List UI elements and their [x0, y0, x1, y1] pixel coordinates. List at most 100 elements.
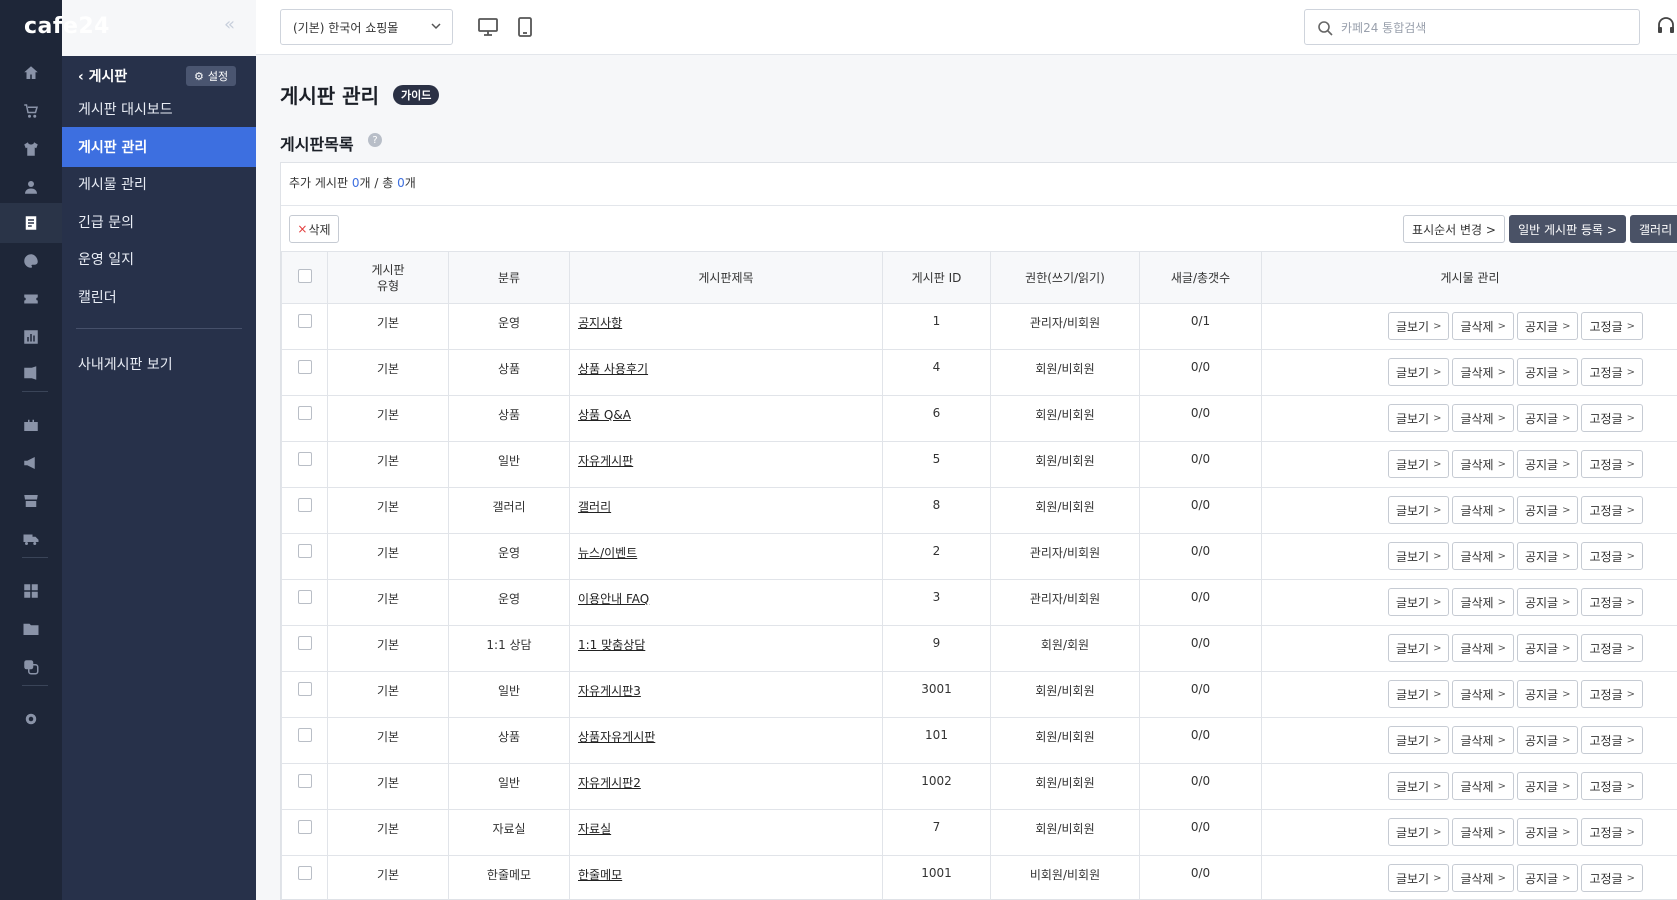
board-title-link[interactable]: 상품 Q&A — [578, 408, 631, 422]
pinned-post-button[interactable]: 고정글 > — [1581, 404, 1643, 432]
board-title-link[interactable]: 갤러리 — [578, 500, 611, 514]
truck-icon[interactable] — [0, 519, 62, 559]
notice-post-button[interactable]: 공지글 > — [1516, 864, 1579, 892]
row-checkbox[interactable] — [297, 360, 312, 374]
headset-icon[interactable] — [1656, 16, 1676, 36]
row-checkbox[interactable] — [297, 406, 312, 420]
delete-button[interactable]: × 삭제 — [289, 215, 339, 243]
ticket-icon[interactable] — [0, 279, 62, 319]
row-checkbox[interactable] — [297, 820, 312, 834]
subnav-item-calendar[interactable]: 캘린더 — [62, 277, 256, 317]
guide-badge[interactable]: 가이드 — [393, 85, 440, 105]
delete-posts-button[interactable]: 글삭제 > — [1452, 404, 1514, 432]
pinned-post-button[interactable]: 고정글 > — [1581, 496, 1643, 524]
shirt-icon[interactable] — [0, 129, 62, 169]
row-checkbox[interactable] — [297, 498, 312, 512]
delete-posts-button[interactable]: 글삭제 > — [1452, 358, 1514, 386]
row-checkbox[interactable] — [297, 590, 312, 604]
subnav-item-board-manage[interactable]: 게시판 관리 — [62, 127, 256, 167]
select-all-cell[interactable] — [281, 251, 328, 304]
copy-icon[interactable] — [0, 647, 62, 687]
cafe24-logo[interactable]: cafe24 — [24, 14, 110, 39]
delete-posts-button[interactable]: 글삭제 > — [1452, 726, 1514, 754]
person-icon[interactable] — [0, 167, 62, 207]
mobile-icon[interactable] — [514, 16, 536, 38]
notice-post-button[interactable]: 공지글 > — [1516, 450, 1579, 478]
row-checkbox[interactable] — [297, 544, 312, 558]
select-all-checkbox[interactable] — [297, 268, 312, 283]
help-icon[interactable]: ? — [368, 133, 382, 147]
subnav-item-post-manage[interactable]: 게시물 관리 — [62, 164, 256, 204]
notice-post-button[interactable]: 공지글 > — [1516, 312, 1579, 340]
palette-icon[interactable] — [0, 241, 62, 281]
view-posts-button[interactable]: 글보기 > — [1387, 450, 1450, 478]
pinned-post-button[interactable]: 고정글 > — [1581, 864, 1643, 892]
settings-button[interactable]: ⚙ 설정 — [186, 66, 237, 86]
delete-posts-button[interactable]: 글삭제 > — [1452, 818, 1514, 846]
row-checkbox[interactable] — [297, 636, 312, 650]
search-input[interactable]: 카페24 통합검색 — [1304, 9, 1640, 45]
notice-post-button[interactable]: 공지글 > — [1516, 404, 1579, 432]
subnav-back-link[interactable]: ‹ 게시판 — [78, 66, 127, 86]
cart-icon[interactable] — [0, 91, 62, 131]
apps-icon[interactable] — [0, 571, 62, 611]
view-posts-button[interactable]: 글보기 > — [1387, 726, 1450, 754]
notice-post-button[interactable]: 공지글 > — [1516, 772, 1579, 800]
view-posts-button[interactable]: 글보기 > — [1387, 496, 1450, 524]
notice-post-button[interactable]: 공지글 > — [1516, 634, 1579, 662]
pinned-post-button[interactable]: 고정글 > — [1581, 542, 1643, 570]
notice-post-button[interactable]: 공지글 > — [1516, 496, 1579, 524]
view-posts-button[interactable]: 글보기 > — [1387, 404, 1450, 432]
notice-post-button[interactable]: 공지글 > — [1516, 726, 1579, 754]
view-posts-button[interactable]: 글보기 > — [1387, 312, 1450, 340]
delete-posts-button[interactable]: 글삭제 > — [1452, 864, 1514, 892]
view-posts-button[interactable]: 글보기 > — [1387, 818, 1450, 846]
subnav-item-ops-log[interactable]: 운영 일지 — [62, 239, 256, 279]
row-checkbox[interactable] — [297, 682, 312, 696]
store-icon[interactable] — [0, 481, 62, 521]
board-title-link[interactable]: 자유게시판2 — [578, 776, 641, 790]
view-posts-button[interactable]: 글보기 > — [1387, 680, 1450, 708]
row-checkbox[interactable] — [297, 314, 312, 328]
megaphone-icon[interactable] — [0, 353, 62, 393]
delete-posts-button[interactable]: 글삭제 > — [1452, 634, 1514, 662]
board-title-link[interactable]: 공지사항 — [578, 316, 622, 330]
pinned-post-button[interactable]: 고정글 > — [1581, 358, 1643, 386]
pinned-post-button[interactable]: 고정글 > — [1581, 680, 1643, 708]
gear-icon[interactable] — [0, 699, 62, 739]
delete-posts-button[interactable]: 글삭제 > — [1452, 588, 1514, 616]
subnav-item-internal-board[interactable]: 사내게시판 보기 — [62, 344, 256, 384]
delete-posts-button[interactable]: 글삭제 > — [1452, 680, 1514, 708]
notice-post-button[interactable]: 공지글 > — [1516, 588, 1579, 616]
board-title-link[interactable]: 자유게시판 — [578, 454, 633, 468]
pinned-post-button[interactable]: 고정글 > — [1581, 588, 1643, 616]
desktop-icon[interactable] — [477, 16, 499, 38]
board-title-link[interactable]: 자료실 — [578, 822, 611, 836]
register-gallery-board-button[interactable]: 갤러리 — [1630, 215, 1677, 243]
view-posts-button[interactable]: 글보기 > — [1387, 358, 1450, 386]
notice-post-button[interactable]: 공지글 > — [1516, 358, 1579, 386]
briefcase-icon[interactable] — [0, 405, 62, 445]
delete-posts-button[interactable]: 글삭제 > — [1452, 496, 1514, 524]
notice-post-button[interactable]: 공지글 > — [1516, 542, 1579, 570]
notice-post-button[interactable]: 공지글 > — [1516, 818, 1579, 846]
reorder-button[interactable]: 표시순서 변경 > — [1403, 215, 1505, 243]
board-title-link[interactable]: 뉴스/이벤트 — [578, 546, 637, 560]
chart-icon[interactable] — [0, 317, 62, 357]
board-title-link[interactable]: 이용안내 FAQ — [578, 592, 649, 606]
pinned-post-button[interactable]: 고정글 > — [1581, 634, 1643, 662]
view-posts-button[interactable]: 글보기 > — [1387, 542, 1450, 570]
home-icon[interactable] — [0, 53, 62, 93]
board-title-link[interactable]: 한줄메모 — [578, 868, 622, 882]
view-posts-button[interactable]: 글보기 > — [1387, 772, 1450, 800]
pinned-post-button[interactable]: 고정글 > — [1581, 818, 1643, 846]
delete-posts-button[interactable]: 글삭제 > — [1452, 450, 1514, 478]
pinned-post-button[interactable]: 고정글 > — [1581, 726, 1643, 754]
board-title-link[interactable]: 상품자유게시판 — [578, 730, 655, 744]
board-title-link[interactable]: 자유게시판3 — [578, 684, 641, 698]
mall-select[interactable]: (기본) 한국어 쇼핑몰 — [280, 9, 453, 45]
board-title-link[interactable]: 1:1 맞춤상담 — [578, 638, 645, 652]
pinned-post-button[interactable]: 고정글 > — [1581, 312, 1643, 340]
view-posts-button[interactable]: 글보기 > — [1387, 588, 1450, 616]
row-checkbox[interactable] — [297, 452, 312, 466]
